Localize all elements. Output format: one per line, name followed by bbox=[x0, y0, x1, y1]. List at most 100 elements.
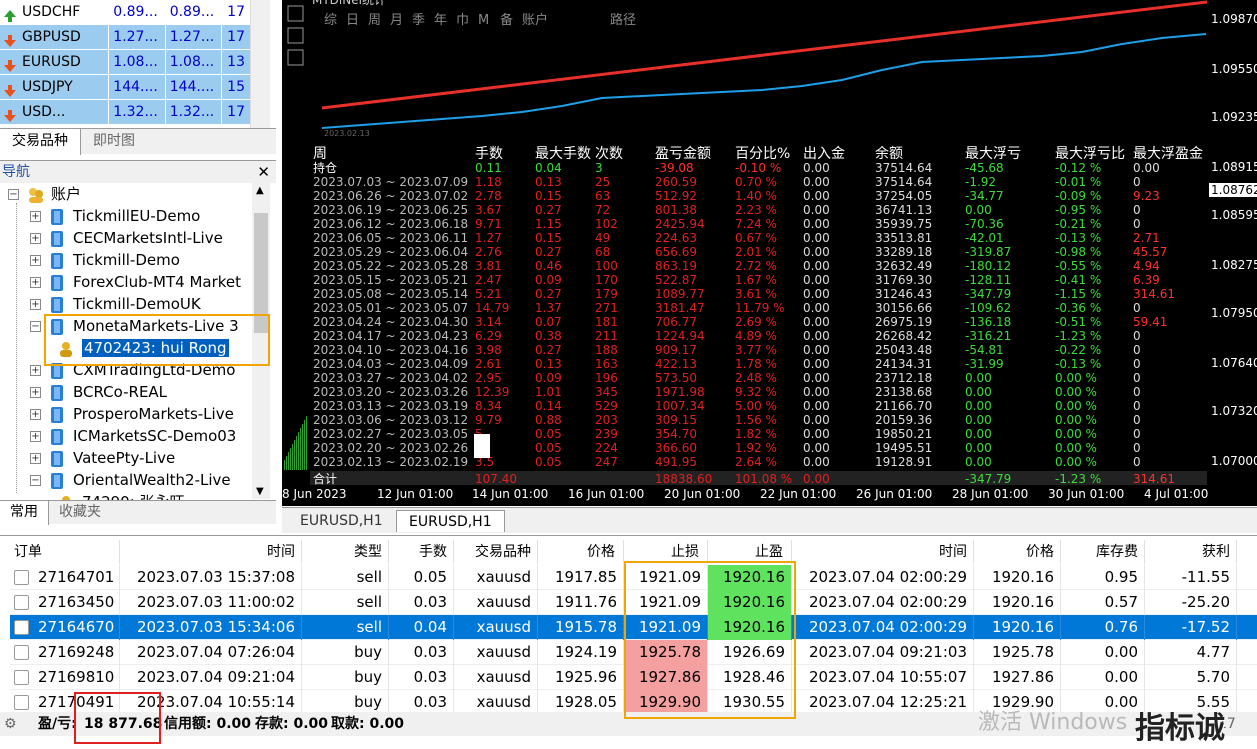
tab-tick-chart[interactable]: 即时图 bbox=[81, 129, 147, 155]
tree-item-server[interactable]: + ProsperoMarkets-Live bbox=[30, 403, 234, 425]
tree-item-server[interactable]: + Tickmill-DemoUK bbox=[30, 293, 201, 315]
cell-text: 1920.16 bbox=[991, 593, 1054, 611]
chart-toolbar-tab[interactable]: 周 bbox=[368, 13, 381, 28]
expand-icon[interactable]: + bbox=[30, 431, 41, 442]
cell-text: 1920.16 bbox=[991, 568, 1054, 586]
expand-icon[interactable]: + bbox=[30, 233, 41, 244]
chart-tab-1[interactable]: EURUSD,H1 bbox=[288, 510, 395, 532]
market-watch-row[interactable]: USD... 1.32... 1.32... 17 bbox=[0, 100, 250, 125]
report-cell: 1.92 % bbox=[735, 441, 777, 455]
report-cell: 2023.07.03 ~ 2023.07.09 bbox=[313, 175, 468, 189]
column-header[interactable]: 价格 bbox=[974, 540, 1061, 564]
cell-text: 2023.07.04 02:00:29 bbox=[808, 568, 967, 586]
tree-item-server[interactable]: + VateePty-Live bbox=[30, 447, 175, 469]
expand-icon[interactable]: + bbox=[30, 299, 41, 310]
expand-icon[interactable]: + bbox=[30, 453, 41, 464]
market-watch-scrollbar[interactable] bbox=[250, 0, 270, 128]
column-header[interactable]: 时间 bbox=[120, 540, 302, 564]
report-cell: -1.92 bbox=[965, 175, 996, 189]
report-cell: 163 bbox=[595, 357, 618, 371]
report-cell: 72 bbox=[595, 203, 610, 217]
scroll-up-icon[interactable]: ▲ bbox=[256, 185, 264, 196]
report-cell: -0.01 % bbox=[1055, 175, 1101, 189]
expand-icon[interactable]: + bbox=[30, 255, 41, 266]
cell-text: 0.05 bbox=[413, 568, 447, 586]
symbol-cell: USDJPY bbox=[0, 75, 108, 99]
tree-item-server[interactable]: + ICMarketsSC-Demo03 bbox=[30, 425, 236, 447]
chart-toolbar-tab[interactable]: 综 bbox=[324, 13, 337, 28]
chart-toolbar-tab[interactable]: M bbox=[478, 13, 489, 28]
chart-window[interactable]: 综日周月季年巾 M 备账户 路径 MTDiNei统计 2023.02.13 周手数 最大手数次… bbox=[282, 0, 1257, 506]
market-watch-row[interactable]: USDCHF 0.89... 0.89... 17 bbox=[0, 0, 250, 25]
collapse-icon[interactable]: − bbox=[8, 189, 19, 200]
cell-text: xauusd bbox=[476, 618, 531, 636]
chart-toolbar-tab[interactable]: 季 bbox=[412, 13, 425, 28]
site-logo: 指标诚 bbox=[1135, 711, 1225, 746]
report-cell: 1.15 bbox=[535, 217, 562, 231]
column-header[interactable]: 库存费 bbox=[1061, 540, 1145, 564]
column-header[interactable]: 获利 bbox=[1145, 540, 1237, 564]
chart-toolbar-tab[interactable]: 月 bbox=[390, 13, 403, 28]
table-cell-order: 27163450 bbox=[10, 590, 120, 615]
chart-tab-2[interactable]: EURUSD,H1 bbox=[396, 510, 505, 532]
tree-item-server[interactable]: + ForexClub-MT4 Market bbox=[30, 271, 241, 293]
tree-item-server[interactable]: + TickmillEU-Demo bbox=[30, 205, 200, 227]
chart-tool-icon[interactable] bbox=[287, 5, 304, 22]
tree-root-accounts[interactable]: − 账户 bbox=[8, 183, 81, 205]
expand-icon[interactable]: + bbox=[30, 277, 41, 288]
column-header[interactable]: 类型 bbox=[302, 540, 389, 564]
chart-canvas[interactable]: 综日周月季年巾 M 备账户 路径MTDiNei统计2023.02.13周 手数 最大手数次… bbox=[282, 0, 1207, 485]
market-watch-row[interactable]: EURUSD 1.08... 1.08... 13 bbox=[0, 50, 250, 75]
chart-toolbar-tab[interactable]: 年 bbox=[434, 13, 447, 28]
expand-icon[interactable]: + bbox=[30, 211, 41, 222]
cell-text: 2023.07.03 15:34:06 bbox=[136, 618, 295, 636]
report-cell: -319.87 bbox=[965, 245, 1011, 259]
expand-icon[interactable]: + bbox=[30, 365, 41, 376]
chart-toolbar-tab[interactable]: 日 bbox=[346, 13, 359, 28]
tree-item-server[interactable]: + Tickmill-Demo bbox=[30, 249, 180, 271]
bid-cell: 144.... bbox=[108, 75, 164, 99]
report-cell: 35939.75 bbox=[875, 217, 932, 231]
column-header[interactable]: 价格 bbox=[538, 540, 624, 564]
report-cell: 0.05 bbox=[535, 441, 562, 455]
column-header[interactable]: 交易品种 bbox=[454, 540, 538, 564]
chart-toolbar-tab[interactable]: 路径 bbox=[610, 12, 636, 28]
report-cell: 0.15 bbox=[535, 189, 562, 203]
equity-start-date: 2023.02.13 bbox=[324, 129, 370, 138]
cell-text: 0.95 bbox=[1104, 568, 1138, 586]
report-cell: 63 bbox=[595, 189, 610, 203]
report-cell: 49 bbox=[595, 231, 610, 245]
expand-icon[interactable]: + bbox=[30, 409, 41, 420]
column-header[interactable]: 手数 bbox=[389, 540, 454, 564]
collapse-icon[interactable]: − bbox=[30, 321, 41, 332]
collapse-icon[interactable]: − bbox=[30, 475, 41, 486]
table-cell-order: 27164701 bbox=[10, 565, 120, 590]
report-cell: 1089.77 bbox=[655, 287, 705, 301]
expand-icon[interactable]: + bbox=[30, 387, 41, 398]
chart-toolbar-tab[interactable]: 账户 bbox=[522, 12, 548, 28]
close-icon[interactable]: ✕ bbox=[257, 161, 270, 183]
report-cell: 0 bbox=[1133, 203, 1141, 217]
report-cell: 7.24 % bbox=[735, 217, 777, 231]
chart-toolbar-tab[interactable]: 备 bbox=[500, 12, 513, 28]
report-cell: -0.51 % bbox=[1055, 315, 1101, 329]
report-cell: 2.01 % bbox=[735, 245, 777, 259]
chart-tool-icon[interactable] bbox=[287, 27, 304, 44]
cell-text: 0.00 bbox=[1104, 643, 1138, 661]
ask-cell: 1.08... bbox=[164, 50, 221, 74]
column-header[interactable]: 订单 bbox=[10, 540, 120, 564]
tab-symbols[interactable]: 交易品种 bbox=[0, 129, 81, 155]
chart-tool-icon[interactable] bbox=[287, 49, 304, 66]
tree-item-server[interactable]: − OrientalWealth2-Live bbox=[30, 469, 231, 491]
tab-favorites[interactable]: 收藏夹 bbox=[49, 501, 111, 525]
tree-item-server[interactable]: + BCRCo-REAL bbox=[30, 381, 167, 403]
tab-common[interactable]: 常用 bbox=[0, 501, 49, 525]
market-watch-row[interactable]: GBPUSD 1.27... 1.27... 17 bbox=[0, 25, 250, 50]
chart-toolbar-tab[interactable]: 巾 bbox=[456, 13, 469, 28]
settings-icon[interactable]: ⚙ bbox=[4, 712, 17, 736]
scroll-down-icon[interactable]: ▼ bbox=[256, 486, 264, 497]
tree-item-server[interactable]: + CECMarketsIntl-Live bbox=[30, 227, 223, 249]
column-header[interactable]: 时间 bbox=[792, 540, 974, 564]
market-watch-row[interactable]: USDJPY 144.... 144.... 15 bbox=[0, 75, 250, 100]
tree-root-label: 账户 bbox=[51, 185, 82, 203]
